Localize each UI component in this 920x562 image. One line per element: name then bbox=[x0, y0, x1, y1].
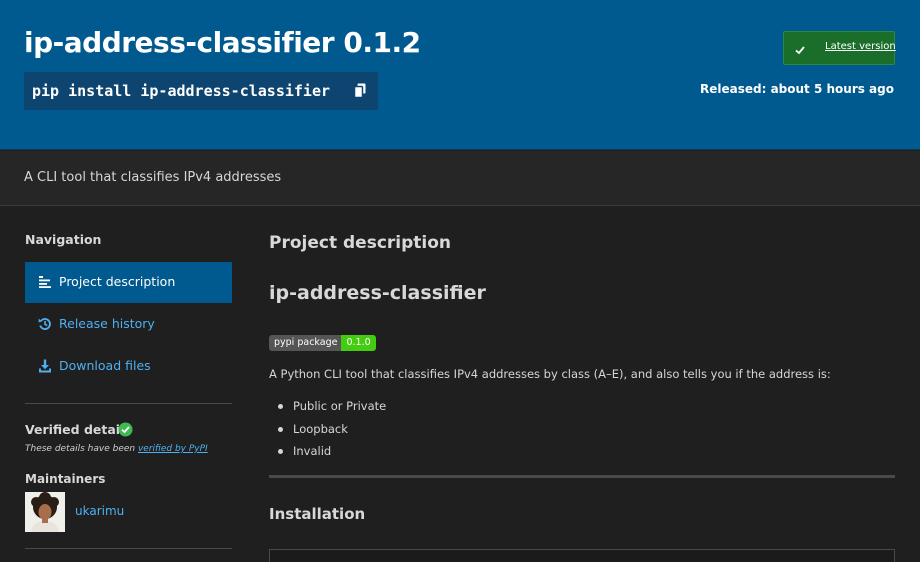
nav-download-files[interactable]: Download files bbox=[25, 346, 232, 387]
check-icon bbox=[794, 41, 806, 55]
verified-details-heading: Verified details bbox=[25, 422, 132, 437]
verified-by-pypi-link[interactable]: verified by PyPI bbox=[138, 444, 208, 454]
maintainer-avatar[interactable] bbox=[25, 492, 65, 532]
copy-icon[interactable] bbox=[354, 83, 366, 98]
align-left-icon bbox=[38, 275, 52, 289]
package-summary: A CLI tool that classifies IPv4 addresse… bbox=[24, 170, 282, 185]
project-description-panel: Project description ip-address-classifie… bbox=[269, 206, 895, 562]
maintainer-name-link[interactable]: ukarimu bbox=[75, 504, 124, 518]
verified-note-text: These details have been bbox=[25, 444, 138, 454]
feature-list: Public or Private Loopback Invalid bbox=[269, 399, 386, 467]
badge-label: pypi package bbox=[269, 335, 343, 351]
nav-item-label: Project description bbox=[59, 274, 176, 289]
section-rule bbox=[269, 475, 895, 478]
navigation-heading: Navigation bbox=[25, 232, 102, 247]
installation-heading: Installation bbox=[269, 505, 366, 523]
pip-install-command: pip install ip-address-classifier bbox=[32, 82, 331, 100]
sidebar: Navigation Project description Release h… bbox=[25, 206, 232, 562]
latest-version-label: Latest version bbox=[825, 41, 896, 52]
maintainers-heading: Maintainers bbox=[25, 472, 106, 486]
sidebar-divider bbox=[25, 403, 232, 404]
list-item: Invalid bbox=[269, 444, 386, 467]
list-item: Loopback bbox=[269, 422, 386, 445]
download-icon bbox=[38, 359, 52, 373]
release-date: Released: about 5 hours ago bbox=[700, 82, 894, 96]
list-item: Public or Private bbox=[269, 399, 386, 422]
verified-check-icon bbox=[118, 422, 133, 437]
package-summary-band: A CLI tool that classifies IPv4 addresse… bbox=[0, 151, 920, 206]
section-title: Project description bbox=[269, 233, 452, 253]
nav-item-label: Download files bbox=[59, 358, 151, 373]
latest-version-button[interactable]: Latest version bbox=[783, 31, 896, 65]
code-block bbox=[269, 549, 895, 562]
badge-value: 0.1.0 bbox=[341, 335, 376, 351]
nav-item-label: Release history bbox=[59, 316, 155, 331]
pip-install-box[interactable]: pip install ip-address-classifier bbox=[24, 72, 378, 110]
readme-intro: A Python CLI tool that classifies IPv4 a… bbox=[269, 367, 831, 381]
pypi-version-badge[interactable]: pypi package 0.1.0 bbox=[269, 335, 376, 351]
sidebar-divider bbox=[25, 548, 232, 549]
nav-release-history[interactable]: Release history bbox=[25, 304, 232, 345]
package-title: ip-address-classifier 0.1.2 bbox=[24, 26, 421, 59]
verified-note: These details have been verified by PyPI bbox=[25, 444, 208, 454]
package-header: ip-address-classifier 0.1.2 pip install … bbox=[0, 0, 920, 150]
readme-title: ip-address-classifier bbox=[269, 282, 486, 304]
history-icon bbox=[38, 317, 52, 331]
nav-project-description[interactable]: Project description bbox=[25, 262, 232, 303]
